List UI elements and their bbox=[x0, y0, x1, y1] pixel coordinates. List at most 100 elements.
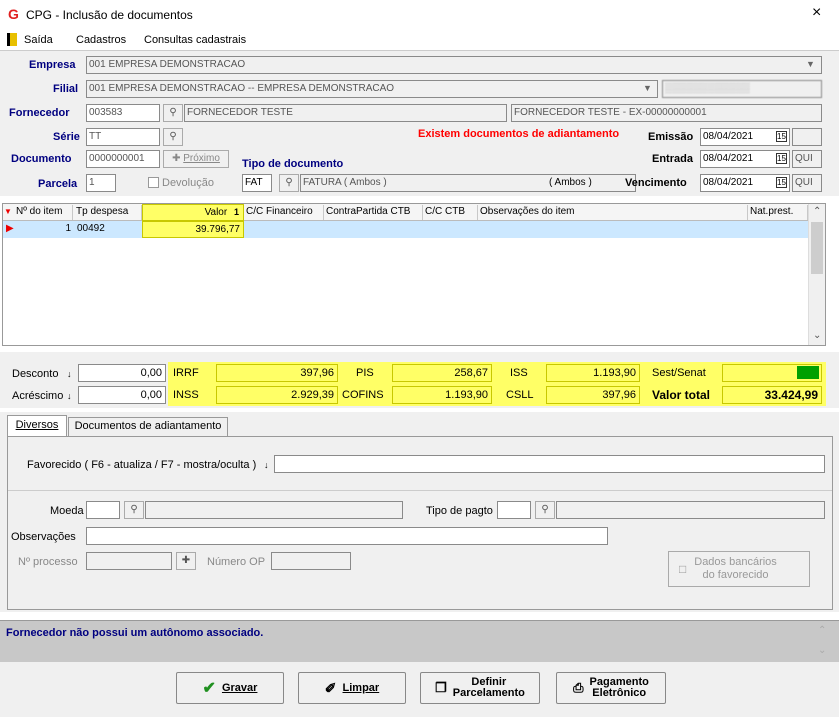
processo-input[interactable] bbox=[86, 552, 172, 570]
gravar-button[interactable]: ✔ Gravar bbox=[176, 672, 284, 704]
cofins-value[interactable]: 1.193,90 bbox=[392, 386, 492, 404]
fornecedor-name-field: FORNECEDOR TESTE bbox=[184, 104, 507, 122]
favorecido-input[interactable] bbox=[274, 455, 825, 473]
title-bar: G CPG - Inclusão de documentos × bbox=[0, 0, 839, 30]
devolucao-checkbox[interactable] bbox=[148, 177, 159, 188]
tipo-search-icon[interactable]: ⚲ bbox=[279, 174, 299, 192]
calendar-icon[interactable]: 15 bbox=[776, 177, 787, 188]
plus-icon: ✚ bbox=[172, 153, 181, 164]
document-icon: □ bbox=[679, 562, 687, 576]
tab-diversos[interactable]: Diversos bbox=[7, 415, 67, 436]
tipo-pagto-search-icon[interactable]: ⚲ bbox=[535, 501, 555, 519]
parcela-input[interactable]: 1 bbox=[86, 174, 116, 192]
menu-consultas[interactable]: Consultas cadastrais bbox=[144, 33, 246, 47]
documento-label: Documento bbox=[11, 153, 72, 165]
sest-label: Sest/Senat bbox=[650, 364, 706, 382]
calendar-icon[interactable]: 15 bbox=[776, 153, 787, 164]
cell-tp-despesa: 00492 bbox=[77, 223, 105, 234]
col-tp-despesa[interactable]: Tp despesa bbox=[74, 205, 142, 220]
grid-scrollbar[interactable]: ⌃ ⌄ bbox=[808, 204, 825, 345]
chevron-down-icon[interactable]: ⌄ bbox=[813, 330, 821, 341]
adiantamento-warning: Existem documentos de adiantamento bbox=[418, 128, 620, 140]
irrf-label: IRRF bbox=[171, 364, 199, 382]
csll-value[interactable]: 397,96 bbox=[546, 386, 640, 404]
scrollbar-thumb[interactable] bbox=[811, 222, 823, 274]
fornecedor-code-input[interactable]: 003583 bbox=[86, 104, 160, 122]
tipo-pagto-name-field bbox=[556, 501, 825, 519]
empresa-select[interactable]: 001 EMPRESA DEMONSTRACAO bbox=[86, 56, 822, 74]
serie-search-icon[interactable]: ⚲ bbox=[163, 128, 183, 146]
menu-saida[interactable]: Saída bbox=[24, 33, 53, 47]
emissao-label: Emissão bbox=[648, 131, 694, 143]
processo-label: Nº processo bbox=[18, 556, 78, 568]
col-nat-prest[interactable]: Nat.prest. bbox=[748, 205, 808, 220]
proximo-label: Próximo bbox=[183, 153, 220, 164]
pis-value[interactable]: 258,67 bbox=[392, 364, 492, 382]
serie-input[interactable]: TT bbox=[86, 128, 160, 146]
chevron-up-icon[interactable]: ⌃ bbox=[818, 625, 826, 636]
chevron-down-icon[interactable]: ▼ bbox=[643, 83, 652, 93]
pages-icon: ❐ bbox=[435, 680, 447, 695]
fornecedor-full-field: FORNECEDOR TESTE - EX-00000000001 bbox=[511, 104, 822, 122]
col-nr-item[interactable]: Nº do item bbox=[14, 205, 73, 220]
desconto-input[interactable]: 0,00 bbox=[78, 364, 166, 382]
checkmark-icon: ✔ bbox=[202, 680, 216, 697]
observacoes-input[interactable] bbox=[86, 527, 608, 545]
pagamento-eletronico-button[interactable]: ⎙ Pagamento Eletrônico bbox=[556, 672, 666, 704]
chevron-up-icon[interactable]: ⌃ bbox=[813, 206, 821, 217]
irrf-value[interactable]: 397,96 bbox=[216, 364, 338, 382]
col-observacoes[interactable]: Observações do item bbox=[478, 205, 748, 220]
moeda-search-icon[interactable]: ⚲ bbox=[124, 501, 144, 519]
exit-door-icon bbox=[7, 33, 17, 46]
csll-label: CSLL bbox=[504, 386, 534, 404]
empresa-label: Empresa bbox=[29, 59, 76, 71]
inss-label: INSS bbox=[171, 386, 199, 404]
limpar-button[interactable]: ✐ Limpar bbox=[298, 672, 406, 704]
entrada-day-field: QUI bbox=[792, 150, 822, 168]
acrescimo-input[interactable]: 0,00 bbox=[78, 386, 166, 404]
tipo-documento-label: Tipo de documento bbox=[242, 158, 344, 170]
moeda-input[interactable] bbox=[86, 501, 120, 519]
calendar-icon[interactable]: 15 bbox=[776, 131, 787, 142]
plus-icon[interactable]: ✚ bbox=[176, 552, 196, 570]
tipo-code-input[interactable]: FAT bbox=[242, 174, 272, 192]
pagamento-line2: Eletrônico bbox=[592, 687, 647, 699]
col-valor-header[interactable]: Valor 1 bbox=[142, 204, 244, 221]
sort-icon: 1 bbox=[233, 207, 239, 217]
col-cc-ctb[interactable]: C/C CTB bbox=[423, 205, 478, 220]
acrescimo-label: Acréscimo bbox=[12, 390, 64, 402]
cell-item: 1 bbox=[65, 223, 71, 234]
printer-icon: ⎙ bbox=[573, 680, 584, 695]
dados-bancarios-button[interactable]: □ Dados bancários do favorecido bbox=[668, 551, 810, 587]
broom-icon: ✐ bbox=[324, 679, 337, 696]
fornecedor-search-icon[interactable]: ⚲ bbox=[163, 104, 183, 122]
down-arrow-icon: ↓ bbox=[67, 391, 72, 401]
filial-extra-field: ▒▒▒▒▒▒▒▒▒▒▒▒ bbox=[662, 80, 822, 98]
tipo-pagto-label: Tipo de pagto bbox=[426, 505, 493, 517]
vencimento-label: Vencimento bbox=[625, 177, 687, 189]
menu-cadastros[interactable]: Cadastros bbox=[76, 33, 126, 47]
filial-select[interactable]: 001 EMPRESA DEMONSTRACAO -- EMPRESA DEMO… bbox=[86, 80, 658, 98]
tab-documentos-adiantamento[interactable]: Documentos de adiantamento bbox=[68, 417, 228, 436]
close-icon[interactable]: × bbox=[812, 5, 821, 21]
definir-parcelamento-button[interactable]: ❐ Definir Parcelamento bbox=[420, 672, 540, 704]
definir-line2: Parcelamento bbox=[452, 687, 525, 699]
vencimento-day-field: QUI bbox=[792, 174, 822, 192]
dados-line1: Dados bancários bbox=[694, 556, 777, 568]
chevron-down-icon[interactable]: ⌄ bbox=[818, 645, 826, 656]
cofins-label: COFINS bbox=[340, 386, 384, 404]
col-cc-financeiro[interactable]: C/C Financeiro bbox=[244, 205, 324, 220]
down-arrow-icon: ↓ bbox=[264, 460, 269, 470]
chevron-down-icon[interactable]: ▼ bbox=[806, 59, 815, 69]
col-contrapartida[interactable]: ContraPartida CTB bbox=[324, 205, 423, 220]
documento-input[interactable]: 0000000001 bbox=[86, 150, 160, 168]
moeda-name-field bbox=[145, 501, 403, 519]
inss-value[interactable]: 2.929,39 bbox=[216, 386, 338, 404]
numero-op-input[interactable] bbox=[271, 552, 351, 570]
tipo-pagto-input[interactable] bbox=[497, 501, 531, 519]
valor-total-value: 33.424,99 bbox=[722, 386, 822, 404]
proximo-button[interactable]: ✚ Próximo bbox=[163, 150, 229, 168]
entrada-label: Entrada bbox=[652, 153, 693, 165]
emissao-day-field bbox=[792, 128, 822, 146]
iss-value[interactable]: 1.193,90 bbox=[546, 364, 640, 382]
